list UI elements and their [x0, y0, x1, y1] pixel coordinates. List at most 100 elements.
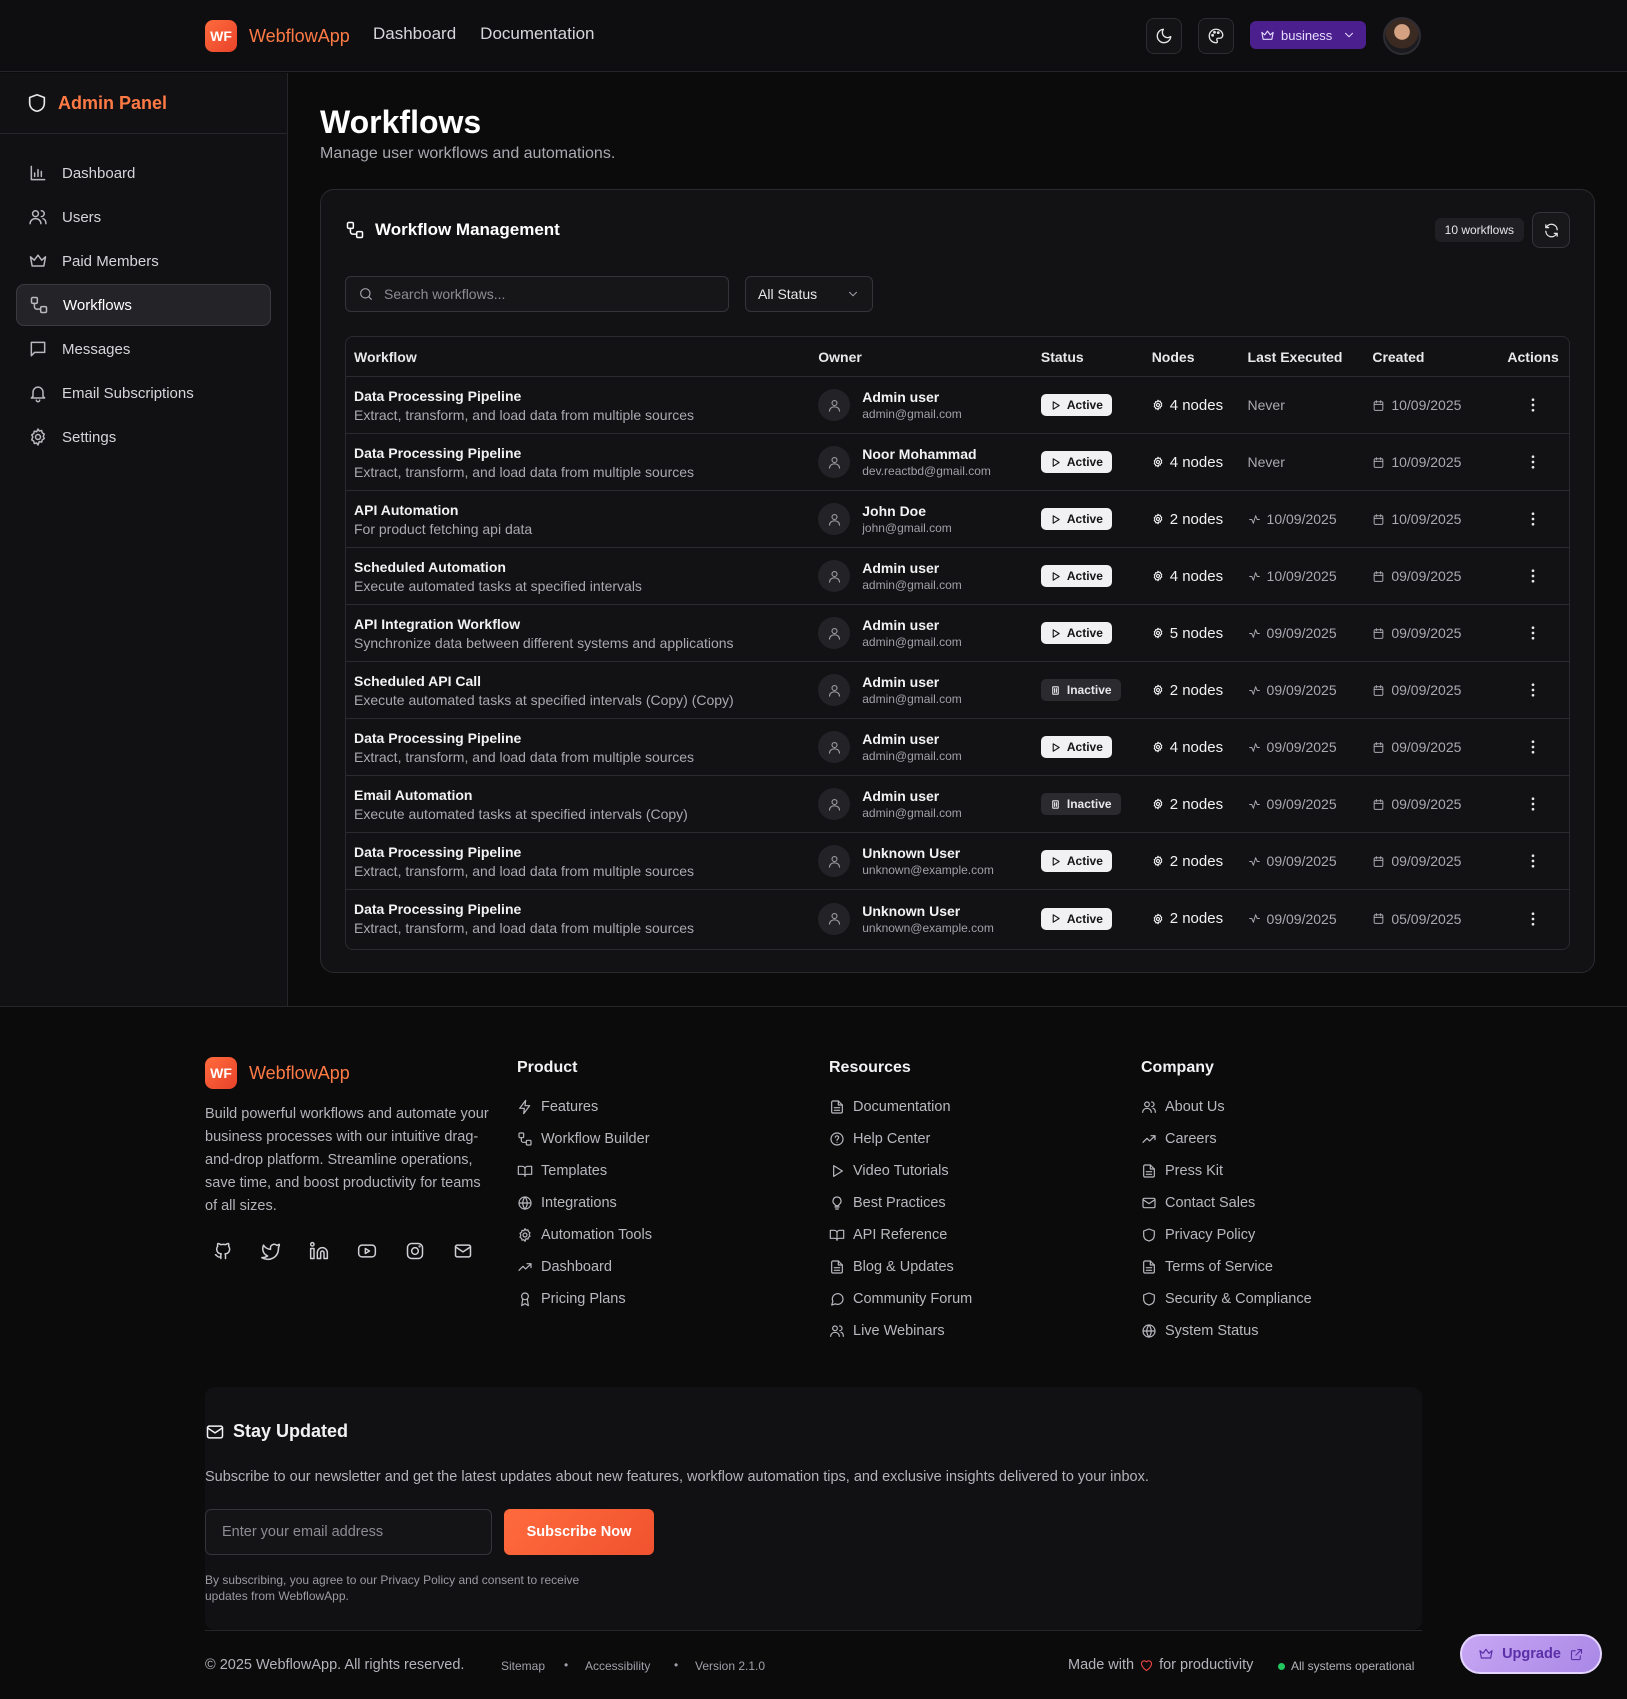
sidebar-item-workflows[interactable]: Workflows [16, 284, 271, 326]
more-vertical-icon[interactable] [1524, 567, 1542, 585]
twitter-icon[interactable] [261, 1241, 281, 1261]
footer-link[interactable]: Video Tutorials [829, 1155, 972, 1187]
last-executed-cell: 09/09/2025 [1248, 682, 1373, 698]
more-vertical-icon[interactable] [1524, 510, 1542, 528]
play-icon [1052, 628, 1060, 638]
created-cell: 09/09/2025 [1372, 739, 1497, 755]
nav-documentation[interactable]: Documentation [480, 24, 594, 44]
theme-toggle-button[interactable] [1146, 18, 1182, 54]
sidebar-title: Admin Panel [58, 92, 168, 113]
refresh-button[interactable] [1532, 212, 1570, 248]
page-title: Workflows [320, 104, 482, 140]
footer-link[interactable]: Privacy Policy [1141, 1219, 1312, 1251]
plan-dropdown[interactable]: business [1250, 21, 1366, 49]
accessibility-link[interactable]: Accessibility [585, 1659, 650, 1673]
user-icon [828, 855, 840, 868]
table-row[interactable]: Data Processing Pipeline Extract, transfo… [346, 890, 1569, 947]
more-vertical-icon[interactable] [1524, 795, 1542, 813]
footer-link[interactable]: Help Center [829, 1123, 972, 1155]
shield-icon [28, 93, 46, 113]
more-vertical-icon[interactable] [1524, 738, 1542, 756]
footer-link[interactable]: Live Webinars [829, 1315, 972, 1347]
footer-link-label: Templates [541, 1163, 608, 1179]
footer-col-resources: Resources Documentation Help Center Video T… [829, 1059, 972, 1347]
footer-logo[interactable]: WF WebflowApp [205, 1057, 350, 1089]
status-text: Active [1066, 911, 1103, 926]
footer-link[interactable]: Workflow Builder [517, 1123, 652, 1155]
footer-link[interactable]: Integrations [517, 1187, 652, 1219]
sidebar-item-email-subscriptions[interactable]: Email Subscriptions [16, 372, 271, 414]
owner-cell: Unknown User unknown@example.com [818, 902, 1041, 935]
nodes-cell: 4 nodes [1152, 739, 1248, 756]
workflow-icon [518, 1132, 532, 1146]
sitemap-link[interactable]: Sitemap [501, 1659, 545, 1673]
footer-link[interactable]: Contact Sales [1141, 1187, 1312, 1219]
footer-link[interactable]: Pricing Plans [517, 1283, 652, 1315]
footer-link[interactable]: Best Practices [829, 1187, 972, 1219]
instagram-icon[interactable] [405, 1241, 425, 1261]
linkedin-icon[interactable] [309, 1241, 329, 1261]
table-row[interactable]: Scheduled Automation Execute automated ta… [346, 548, 1569, 605]
github-icon[interactable] [213, 1241, 233, 1261]
upgrade-button[interactable]: Upgrade [1460, 1634, 1602, 1674]
user-icon [828, 798, 840, 811]
footer-link[interactable]: About Us [1141, 1091, 1312, 1123]
table-row[interactable]: API Integration Workflow Synchronize data… [346, 605, 1569, 662]
table-row[interactable]: Data Processing Pipeline Extract, transfo… [346, 377, 1569, 434]
footer-link[interactable]: Community Forum [829, 1283, 972, 1315]
table-row[interactable]: Email Automation Execute automated tasks … [346, 776, 1569, 833]
more-vertical-icon[interactable] [1524, 624, 1542, 642]
more-vertical-icon[interactable] [1524, 681, 1542, 699]
col-nodes: Nodes [1151, 348, 1195, 365]
table-row[interactable]: Data Processing Pipeline Extract, transfo… [346, 833, 1569, 890]
sidebar-item-dashboard[interactable]: Dashboard [16, 152, 271, 194]
footer-link[interactable]: Dashboard [517, 1251, 652, 1283]
app-logo[interactable]: WF WebflowApp [205, 20, 350, 52]
pause-icon [1052, 799, 1059, 809]
table-row[interactable]: Data Processing Pipeline Extract, transfo… [346, 434, 1569, 491]
footer-link[interactable]: Press Kit [1141, 1155, 1312, 1187]
actions-cell [1497, 510, 1569, 528]
search-input[interactable] [384, 286, 714, 302]
footer-link[interactable]: Features [517, 1091, 652, 1123]
table-row[interactable]: API Automation For product fetching api d… [346, 491, 1569, 548]
subscribe-button[interactable]: Subscribe Now [504, 1509, 654, 1555]
more-vertical-icon[interactable] [1524, 852, 1542, 870]
last-executed: 09/09/2025 [1266, 853, 1337, 869]
more-vertical-icon[interactable] [1524, 453, 1542, 471]
footer-link[interactable]: Security & Compliance [1141, 1283, 1312, 1315]
calendar-icon [1374, 513, 1384, 525]
palette-button[interactable] [1198, 18, 1234, 54]
workflow-description: Synchronize data between different syste… [354, 634, 734, 651]
footer-link[interactable]: API Reference [829, 1219, 972, 1251]
workflow-cell: API Automation For product fetching api d… [346, 502, 818, 537]
col-owner: Owner [818, 348, 862, 365]
table-row[interactable]: Data Processing Pipeline Extract, transfo… [346, 719, 1569, 776]
youtube-icon[interactable] [357, 1241, 377, 1261]
footer-link[interactable]: Terms of Service [1141, 1251, 1312, 1283]
sidebar-item-users[interactable]: Users [16, 196, 271, 238]
activity-icon [1248, 742, 1260, 752]
workflow-description: Extract, transform, and load data from m… [354, 920, 695, 936]
more-vertical-icon[interactable] [1524, 396, 1542, 414]
footer-link[interactable]: Blog & Updates [829, 1251, 972, 1283]
nodes-count: 4 nodes [1169, 453, 1224, 471]
footer-link[interactable]: System Status [1141, 1315, 1312, 1347]
footer-link[interactable]: Templates [517, 1155, 652, 1187]
top-nav: Dashboard Documentation [373, 24, 595, 44]
sidebar-item-messages[interactable]: Messages [16, 328, 271, 370]
actions-cell [1497, 624, 1569, 642]
mail-icon[interactable] [453, 1241, 473, 1261]
footer-link[interactable]: Careers [1141, 1123, 1312, 1155]
status-filter-select[interactable]: All Status [745, 276, 873, 312]
user-avatar[interactable] [1383, 17, 1421, 55]
table-row[interactable]: Scheduled API Call Execute automated task… [346, 662, 1569, 719]
newsletter-email-input[interactable] [205, 1509, 492, 1555]
sidebar-item-settings[interactable]: Settings [16, 416, 271, 458]
sidebar-item-paid-members[interactable]: Paid Members [16, 240, 271, 282]
nav-dashboard[interactable]: Dashboard [373, 24, 456, 44]
footer-link[interactable]: Automation Tools [517, 1219, 652, 1251]
workflow-cell: Data Processing Pipeline Extract, transfo… [346, 388, 818, 423]
more-vertical-icon[interactable] [1524, 910, 1542, 928]
footer-link[interactable]: Documentation [829, 1091, 972, 1123]
